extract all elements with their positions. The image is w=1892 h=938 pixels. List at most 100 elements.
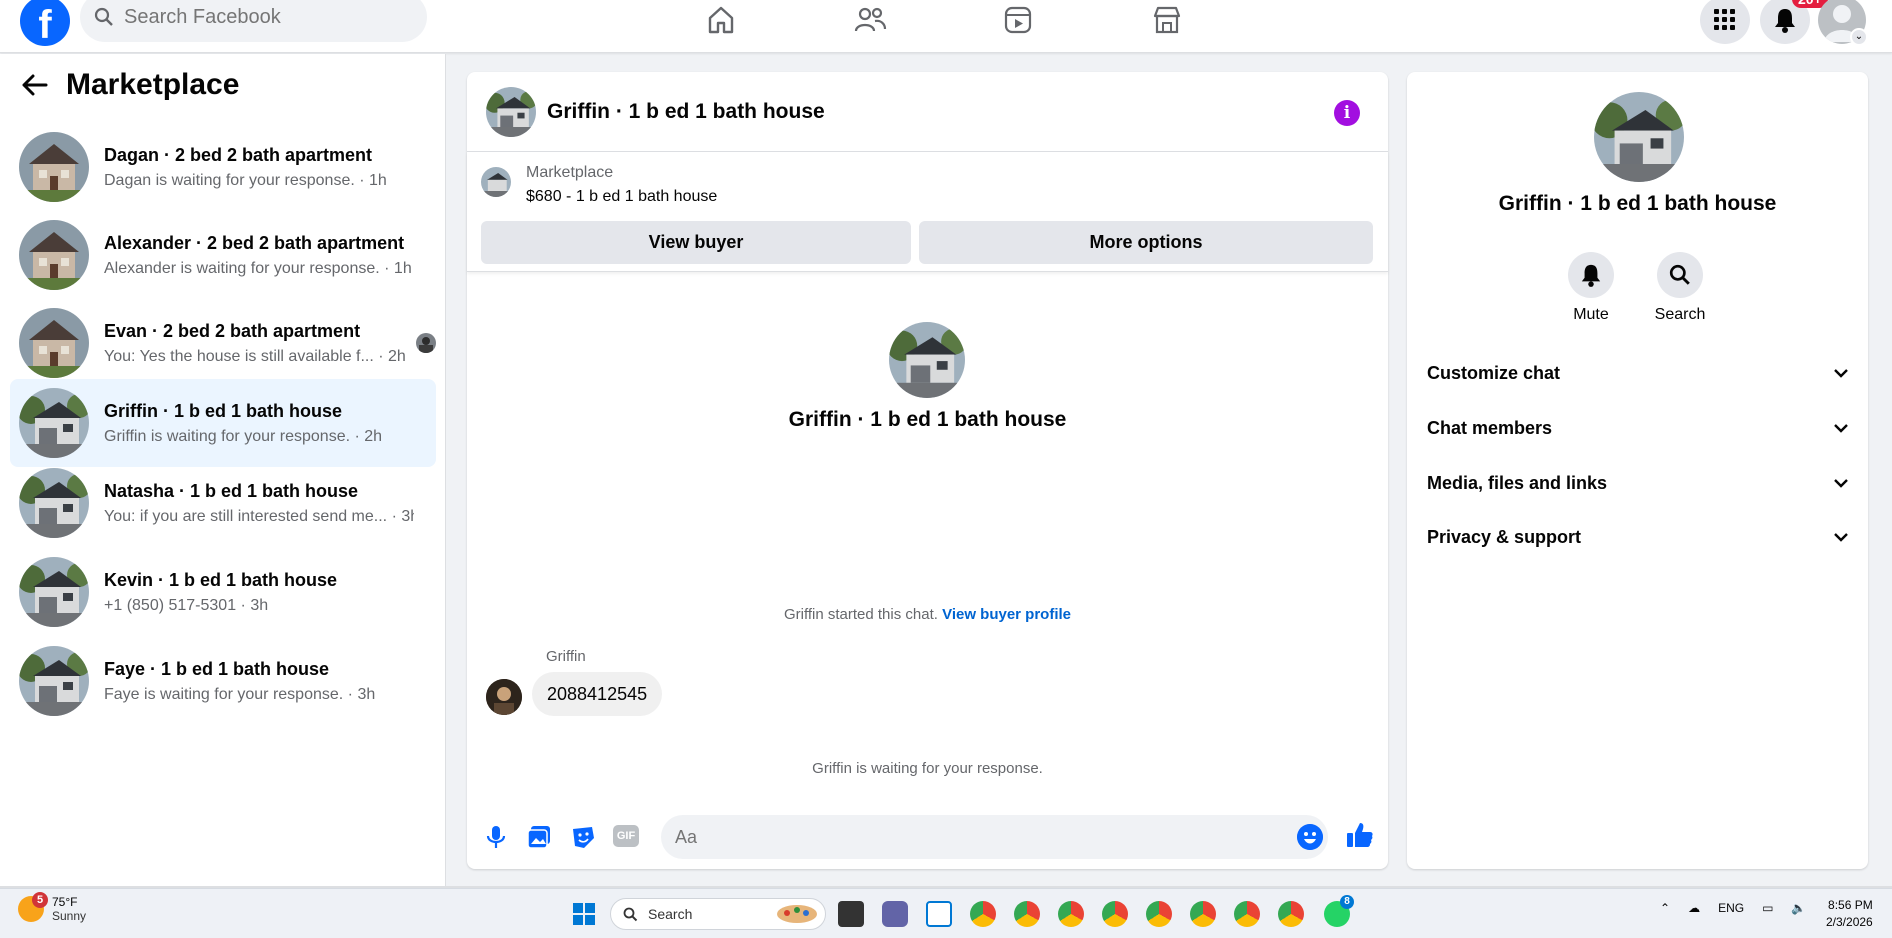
video-icon[interactable] [998, 2, 1038, 38]
conversation-item-faye[interactable]: Faye · 1 b ed 1 bath house Faye is waitin… [10, 637, 436, 725]
chat-header: Griffin · 1 b ed 1 bath house i [467, 72, 1388, 152]
chrome-icon[interactable] [970, 901, 996, 927]
customize-chat-row[interactable]: Customize chat [1427, 348, 1849, 398]
chrome-profile-icon[interactable] [1234, 901, 1260, 927]
friends-icon[interactable] [850, 2, 890, 38]
clock[interactable]: 8:56 PM 2/3/2026 [1826, 897, 1873, 931]
chrome-profile-icon[interactable] [1014, 901, 1040, 927]
whatsapp-icon[interactable]: 8 [1324, 895, 1354, 927]
chevron-down-icon [1834, 479, 1848, 488]
section-label: Privacy & support [1427, 526, 1582, 547]
message-input[interactable] [661, 815, 1328, 859]
chevron-up-icon[interactable]: ⌃ [1660, 901, 1670, 915]
emoji-icon[interactable] [1297, 824, 1323, 850]
back-arrow-icon[interactable] [22, 74, 48, 96]
conversation-title: Kevin · 1 b ed 1 bath house [104, 569, 338, 590]
weather-widget[interactable]: 5 75°F Sunny [18, 892, 87, 923]
snipping-tool-icon[interactable] [926, 901, 952, 927]
listing-thumbnail[interactable] [481, 167, 511, 197]
conversation-item-evan[interactable]: Evan · 2 bed 2 bath apartment You: Yes th… [10, 299, 436, 387]
menu-grid-icon[interactable] [1700, 0, 1750, 44]
display-icon[interactable]: ▭ [1762, 901, 1773, 915]
conversation-item-dagan[interactable]: Dagan · 2 bed 2 bath apartment Dagan is w… [10, 123, 436, 211]
conversation-item-alexander[interactable]: Alexander · 2 bed 2 bath apartment Alexan… [10, 211, 436, 299]
teams-icon[interactable] [882, 901, 908, 927]
microphone-icon[interactable] [483, 824, 509, 850]
view-buyer-button[interactable]: View buyer [481, 221, 911, 264]
search-input[interactable] [124, 5, 394, 29]
language-indicator[interactable]: ENG [1718, 901, 1744, 915]
conversation-title: Evan · 2 bed 2 bath apartment [104, 320, 361, 341]
view-buyer-profile-link[interactable]: View buyer profile [942, 606, 1071, 623]
facebook-logo[interactable]: f [20, 0, 70, 46]
conversation-item-griffin[interactable]: Griffin · 1 b ed 1 bath house Griffin is … [10, 379, 436, 467]
info-icon[interactable]: i [1334, 100, 1360, 126]
privacy-support-row[interactable]: Privacy & support [1427, 512, 1849, 562]
photo-icon[interactable] [526, 824, 552, 850]
sticker-icon[interactable] [570, 824, 596, 850]
section-label: Chat members [1427, 417, 1553, 438]
house-thumbnail [19, 468, 89, 538]
weather-badge: 5 [32, 892, 48, 908]
windows-start-icon[interactable] [572, 902, 596, 926]
chat-panel: Griffin · 1 b ed 1 bath house i Marketpl… [467, 72, 1388, 869]
chevron-down-icon[interactable]: ⌄ [1850, 28, 1868, 46]
chevron-down-icon [1834, 533, 1848, 542]
house-thumbnail[interactable] [486, 86, 536, 137]
search-in-chat-button[interactable]: Search [1640, 252, 1720, 324]
chevron-down-icon [1834, 369, 1848, 378]
chat-started-notice: Griffin started this chat. View buyer pr… [467, 606, 1388, 623]
sun-icon: 5 [18, 892, 48, 922]
chrome-profile-icon[interactable] [1058, 901, 1084, 927]
chat-title[interactable]: Griffin · 1 b ed 1 bath house [547, 100, 825, 124]
message-bubble[interactable]: 2088412545 [532, 672, 663, 716]
listing-price[interactable]: $680 - 1 b ed 1 bath house [526, 188, 717, 206]
conversation-preview: You: Yes the house is still available f.… [104, 347, 406, 365]
chat-details-name: Griffin · 1 b ed 1 bath house [1498, 192, 1777, 215]
chat-details-panel: Griffin · 1 b ed 1 bath house Mute Searc… [1407, 72, 1868, 869]
chat-details-avatar[interactable] [1594, 92, 1684, 182]
weather-condition: Sunny [52, 909, 87, 923]
media-files-links-row[interactable]: Media, files and links [1427, 458, 1849, 508]
chrome-profile-icon[interactable] [1190, 901, 1216, 927]
mute-button[interactable]: Mute [1551, 252, 1631, 324]
conversation-item-natasha[interactable]: Natasha · 1 b ed 1 bath house You: if you… [10, 459, 436, 547]
chrome-profile-icon[interactable] [1102, 901, 1128, 927]
conversation-preview: Dagan is waiting for your response. · 1h [104, 171, 387, 189]
seen-avatar [416, 333, 436, 353]
conversation-item-kevin[interactable]: Kevin · 1 b ed 1 bath house +1 (850) 517-… [10, 548, 436, 636]
house-thumbnail [19, 557, 89, 627]
volume-icon[interactable]: 🔈 [1791, 901, 1806, 915]
top-bar: f 20+ ⌄ [0, 0, 1892, 53]
marketplace-icon[interactable] [1147, 2, 1187, 38]
system-tray: ⌃ ☁ ENG ▭ 🔈 [1660, 901, 1806, 915]
thumbs-up-icon[interactable] [1345, 820, 1375, 850]
chat-members-row[interactable]: Chat members [1427, 403, 1849, 453]
taskbar-search[interactable]: Search [610, 898, 826, 930]
taskbar-search-label: Search [648, 906, 693, 922]
home-icon[interactable] [701, 2, 741, 38]
chrome-profile-icon[interactable] [1146, 901, 1172, 927]
message-composer: GIF [467, 808, 1388, 864]
conversation-title: Alexander · 2 bed 2 bath apartment [104, 232, 405, 253]
search-icon [1669, 264, 1690, 285]
cloud-off-icon[interactable]: ☁ [1688, 901, 1700, 915]
search-box[interactable] [80, 0, 427, 42]
bell-icon [1581, 264, 1601, 287]
section-label: Media, files and links [1427, 472, 1608, 493]
chrome-profile-icon[interactable] [1278, 901, 1304, 927]
more-options-button[interactable]: More options [919, 221, 1373, 264]
search-label: Search [1654, 306, 1706, 323]
chat-intro-avatar [889, 322, 965, 398]
gif-icon[interactable]: GIF [613, 825, 639, 847]
waiting-notice: Griffin is waiting for your response. [812, 760, 1043, 777]
task-view-icon[interactable] [838, 901, 864, 927]
chat-intro-name: Griffin · 1 b ed 1 bath house [788, 408, 1067, 431]
clock-time: 8:56 PM [1828, 898, 1873, 912]
marketplace-header: Marketplace [22, 68, 239, 102]
house-thumbnail [19, 132, 89, 202]
clock-date: 2/3/2026 [1826, 915, 1873, 929]
house-thumbnail [19, 646, 89, 716]
sender-avatar[interactable] [486, 679, 522, 715]
conversation-preview: You: if you are still interested send me… [104, 507, 414, 525]
